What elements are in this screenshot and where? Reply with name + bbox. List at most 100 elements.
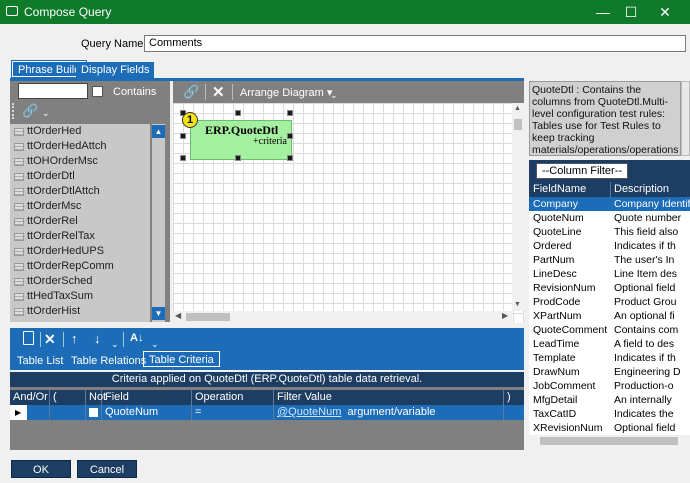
link-icon[interactable]: 🔗 [183,84,199,100]
field-list: CompanyCompany Identifier QuoteNumQuote … [529,197,690,435]
list-item[interactable]: XPartNum An optional fi [529,309,690,323]
tab-display-fields[interactable]: Display Fields [76,62,155,78]
chevron-down-icon[interactable]: ⌄ [330,90,338,101]
resize-handle[interactable] [180,133,186,139]
list-item[interactable]: ttOrderRelTax [10,229,150,244]
resize-handle[interactable] [235,155,241,161]
chevron-down-icon[interactable]: ⌄ [151,339,159,350]
maximize-button[interactable]: ☐ [614,0,648,24]
criteria-label[interactable]: +criteria [253,136,287,147]
table-icon [14,263,24,271]
column-header[interactable]: ) [504,390,524,405]
column-header[interactable]: Filter Value [274,390,504,405]
column-header[interactable]: Not [86,390,106,405]
query-name-input[interactable]: Comments [144,35,686,52]
list-item[interactable]: QuoteComment Contains com [529,323,690,337]
list-item[interactable]: CompanyCompany Identifier [529,197,690,211]
scroll-thumb[interactable] [514,119,522,130]
link-icon[interactable]: 🔗 [22,103,38,119]
operation-cell[interactable]: = [192,405,274,420]
resize-handle[interactable] [180,155,186,161]
scroll-up-icon[interactable]: ▲ [152,125,165,138]
filter-value-type: argument/variable [347,406,436,418]
row-selector-icon[interactable]: ▶ [10,405,27,420]
list-item[interactable]: ttOrderRel [10,214,150,229]
list-item[interactable]: TaxCatID Indicates the [529,407,690,421]
list-item[interactable]: ProdCode Product Grou [529,295,690,309]
filter-value-cell[interactable]: @QuoteNum argument/variable [274,405,504,420]
list-item[interactable]: JobComment Production-o [529,379,690,393]
tab-table-list[interactable]: Table List [12,353,68,369]
column-header[interactable]: Operation [192,390,274,405]
column-header[interactable]: FieldName [533,183,586,195]
not-cell[interactable] [86,405,102,420]
scroll-down-icon[interactable]: ▼ [152,307,165,320]
resize-handle[interactable] [287,110,293,116]
scroll-thumb[interactable] [540,437,678,445]
contains-checkbox[interactable] [92,86,103,97]
list-item[interactable]: Ordered Indicates if th [529,239,690,253]
table-row[interactable]: QuoteNum = @QuoteNum argument/variable [27,405,524,420]
delete-icon[interactable]: ✕ [212,83,225,101]
list-item[interactable]: LineDesc Line Item des [529,267,690,281]
list-item[interactable]: ttOrderRepComm [10,259,150,274]
list-item[interactable]: ttHedTaxSum [10,289,150,304]
list-item[interactable]: ttOrderHedAttch [10,139,150,154]
list-item[interactable]: ttOHOrderMsc [10,154,150,169]
scroll-up-icon[interactable]: ▲ [514,105,521,112]
list-item[interactable]: XRevisionNum Optional field [529,421,690,435]
tab-table-relations[interactable]: Table Relations [66,353,151,369]
list-item[interactable]: LeadTime A field to des [529,337,690,351]
list-item[interactable]: PartNum The user's In [529,253,690,267]
column-header[interactable]: And/Or [10,390,50,405]
cancel-button[interactable]: Cancel [77,460,137,478]
close-button[interactable]: ✕ [648,0,682,24]
scroll-right-icon[interactable]: ▶ [502,311,508,320]
new-icon[interactable] [23,331,34,345]
scroll-down-icon[interactable]: ▼ [514,301,521,308]
criteria-count-badge: 1 [182,112,198,128]
list-item[interactable]: ttOrderHedUPS [10,244,150,259]
table-node-quotedtl[interactable]: ERP.QuoteDtl +criteria [190,120,292,160]
list-item[interactable]: ttOrderHed [10,124,150,139]
arrange-diagram-button[interactable]: Arrange Diagram ▾ [240,86,332,99]
sort-icon[interactable]: A↓ [130,332,143,344]
resize-handle[interactable] [287,133,293,139]
column-header[interactable]: Description [614,183,669,195]
table-search-input[interactable] [18,83,88,99]
move-up-icon[interactable]: ↑ [71,331,78,346]
description-scrollbar[interactable] [681,81,690,156]
diagram-vertical-scrollbar[interactable] [512,103,524,311]
list-item[interactable]: RevisionNum Optional field [529,281,690,295]
ok-button[interactable]: OK [11,460,71,478]
table-list-scrollbar[interactable] [152,124,165,322]
list-item[interactable]: QuoteNum Quote number [529,211,690,225]
list-item[interactable]: Template Indicates if th [529,351,690,365]
list-item[interactable]: QuoteLine This field also [529,225,690,239]
field-cell[interactable]: QuoteNum [102,405,192,420]
column-filter-input[interactable]: --Column Filter-- [536,163,628,179]
scroll-left-icon[interactable]: ◀ [175,311,181,320]
resize-handle[interactable] [235,110,241,116]
list-item[interactable]: ttOrderDtlAttch [10,184,150,199]
and-or-cell[interactable] [27,405,50,420]
not-checkbox[interactable] [89,408,98,417]
chevron-down-icon[interactable]: ⌄ [42,108,50,119]
column-header[interactable]: ( [50,390,86,405]
list-item[interactable]: MfgDetail An internally [529,393,690,407]
move-down-icon[interactable]: ↓ [94,331,101,346]
resize-handle[interactable] [287,155,293,161]
list-item[interactable]: ttOrderSched [10,274,150,289]
list-item[interactable]: ttOrderHist [10,304,150,319]
scroll-thumb[interactable] [186,313,230,321]
column-header[interactable]: Field [102,390,192,405]
list-item[interactable]: DrawNum Engineering D [529,365,690,379]
delete-icon[interactable]: ✕ [44,331,56,348]
chevron-down-icon[interactable]: ⌄ [111,339,119,350]
tab-table-criteria[interactable]: Table Criteria [143,351,220,367]
paren-close-cell[interactable] [504,405,524,420]
paren-open-cell[interactable] [50,405,86,420]
filter-value-link[interactable]: @QuoteNum [277,406,341,418]
list-item[interactable]: ttOrderDtl [10,169,150,184]
list-item[interactable]: ttOrderMsc [10,199,150,214]
